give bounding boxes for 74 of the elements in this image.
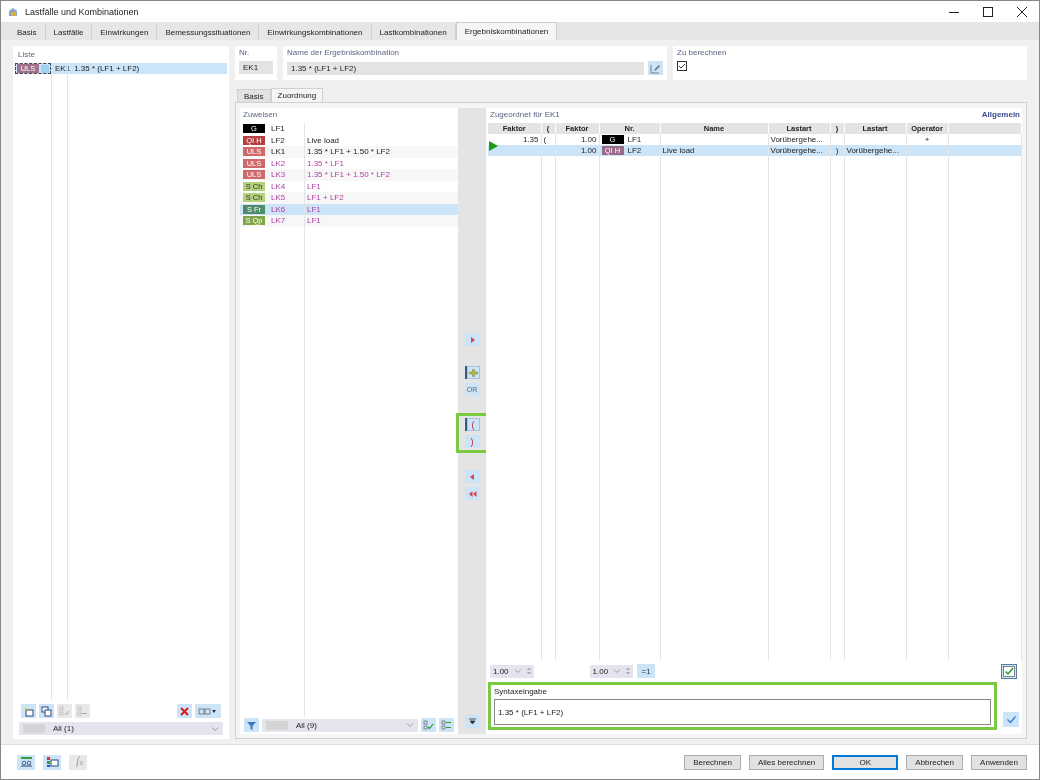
field-label: Syntaxeingabe — [494, 687, 548, 696]
move-to-bottom-icon — [467, 717, 477, 726]
operator-button[interactable]: ) — [464, 435, 480, 448]
spin-arrows-icon — [626, 667, 631, 675]
chevron-down-icon — [211, 725, 219, 732]
table-cell: LF1 — [627, 135, 642, 144]
table-cell: 1.00 — [580, 135, 597, 144]
table-cell: + — [924, 135, 930, 144]
plus-icon-button[interactable] — [464, 366, 480, 379]
table-cell: Live load — [662, 146, 695, 155]
color-table-button[interactable] — [43, 754, 61, 770]
double-arrow-left-icon — [467, 489, 477, 498]
tab[interactable]: Ergebniskombinationen — [455, 22, 558, 40]
copy-button[interactable] — [39, 704, 54, 718]
delete-button[interactable] — [177, 704, 192, 718]
spin-arrows-icon — [526, 667, 531, 675]
window-title: Lastfälle und Kombinationen — [25, 6, 140, 17]
general-link[interactable]: Allgemein — [981, 110, 1020, 121]
table-cell: ) — [835, 146, 839, 155]
operator-button[interactable]: ( — [464, 418, 480, 431]
reset-factor-button[interactable]: =1 — [637, 664, 656, 678]
dialog-button[interactable]: Abbrechen — [906, 754, 963, 770]
panel-title: Zuweisen — [242, 109, 279, 121]
checkbox-icon — [1003, 665, 1015, 677]
filter-icon-button[interactable] — [244, 718, 259, 732]
table-cell: 1.35 — [522, 135, 539, 144]
filter-dropdown[interactable]: All (9) — [262, 718, 418, 732]
number-field[interactable]: EK1 — [239, 61, 273, 74]
filter-dropdown[interactable]: All (1) — [19, 722, 223, 735]
field-label: Zu berechnen — [677, 48, 728, 57]
tab[interactable]: Basis — [237, 89, 271, 102]
check-icon-button[interactable] — [1001, 663, 1017, 679]
move-to-bottom-button[interactable] — [464, 715, 480, 728]
name-field[interactable]: 1.35 * (LF1 + LF2) — [287, 61, 644, 75]
tab[interactable]: Zuordnung — [270, 88, 324, 102]
table-cell: Vorübergehe... — [770, 135, 823, 144]
check-icon — [1005, 715, 1017, 724]
view-dropdown-button[interactable] — [195, 704, 221, 718]
add-button[interactable] — [464, 333, 480, 346]
chevron-down-icon — [513, 668, 522, 674]
dialog-button[interactable]: Alles berechnen — [748, 754, 825, 770]
panel-title: Zugeordnet für EK1 — [490, 110, 560, 121]
plus-icon — [468, 368, 478, 377]
columns-icon — [198, 705, 218, 717]
table-cell: ( — [543, 135, 547, 144]
dialog-button[interactable]: Berechnen — [684, 754, 741, 770]
dialog-button[interactable]: OK — [832, 754, 899, 770]
uncheck-list-button[interactable] — [75, 704, 90, 718]
units-button[interactable] — [17, 754, 35, 770]
table-cell: Vorübergehe... — [846, 146, 899, 155]
factor-spinner[interactable]: 1.00 — [589, 664, 634, 678]
remove-button[interactable] — [464, 470, 480, 483]
check-all-button[interactable] — [421, 718, 436, 732]
app-icon — [7, 5, 19, 18]
table-cell: 1.00 — [580, 146, 597, 155]
syntax-input-field[interactable]: 1.35 * (LF1 + LF2) — [494, 699, 991, 725]
color-swatch-icon — [41, 64, 49, 73]
apply-button[interactable] — [1003, 712, 1019, 727]
calculate-checkbox[interactable] — [677, 61, 687, 71]
table-cell: Vorübergehe... — [770, 146, 823, 155]
field-label: Name der Ergebniskombination — [287, 48, 401, 57]
chevron-down-icon — [406, 722, 414, 728]
edit-button[interactable] — [648, 61, 663, 75]
check-list-button[interactable] — [57, 704, 72, 718]
remove-all-button[interactable] — [464, 487, 480, 500]
panel-title: Liste — [17, 49, 36, 61]
field-label: Nr. — [239, 48, 251, 57]
chevron-down-icon — [613, 668, 622, 674]
new-item-button[interactable] — [21, 704, 36, 718]
formula-button[interactable] — [69, 754, 87, 770]
table-cell: LF2 — [627, 146, 642, 155]
dialog-button[interactable]: Anwenden — [971, 754, 1027, 770]
factor-spinner[interactable]: 1.00 — [490, 664, 534, 678]
uncheck-all-button[interactable] — [439, 718, 454, 732]
